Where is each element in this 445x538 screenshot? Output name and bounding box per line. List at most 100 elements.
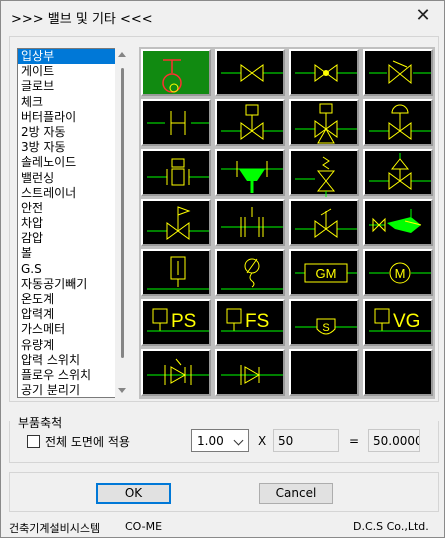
list-item[interactable]: 유량계 <box>18 338 128 353</box>
close-icon[interactable]: ✕ <box>405 5 441 29</box>
list-item[interactable]: 스트레이너 <box>18 186 128 201</box>
symbol-flow-switch[interactable]: FS <box>215 299 285 346</box>
ok-button[interactable]: OK <box>96 483 171 504</box>
dialog-window: >>> 밸브 및 기타 <<< ✕ 입상부 게이트 글로브 체크 버터플라이 2방 자동 3… <box>0 0 445 538</box>
symbol-gs[interactable] <box>289 199 359 246</box>
chevron-down-icon[interactable] <box>233 435 244 446</box>
list-item[interactable]: 압력계 <box>18 307 128 322</box>
butterfly-valve-icon <box>147 111 209 135</box>
gate-valve-icon <box>221 64 283 82</box>
symbol-differential[interactable] <box>363 149 433 196</box>
balancing-valve-icon <box>147 158 209 186</box>
status-company-product: 건축기계설비시스템 <box>9 522 101 535</box>
symbol-riser[interactable] <box>141 49 211 96</box>
list-item[interactable]: 자동공기빼기 <box>18 277 128 292</box>
cancel-button[interactable]: Cancel <box>259 483 333 504</box>
pressure-switch-icon: PS <box>147 308 209 332</box>
air-vent-icon <box>369 209 422 233</box>
category-list[interactable]: 입상부 게이트 글로브 체크 버터플라이 2방 자동 3방 자동 솔레노이드 밸런싱 스트레이너 안… <box>17 48 129 398</box>
symbol-strainer[interactable] <box>215 149 285 196</box>
symbol-2way-auto[interactable] <box>215 99 285 146</box>
list-item[interactable]: 2방 자동 <box>18 125 128 140</box>
scroll-down-icon[interactable] <box>118 388 126 393</box>
list-item[interactable]: 글로브 <box>18 79 128 94</box>
symbol-check-valve[interactable] <box>363 49 433 96</box>
result-value-field: 50.0000 <box>368 429 420 452</box>
differential-pressure-icon <box>369 153 431 190</box>
check-valve-icon <box>369 60 431 85</box>
list-item[interactable]: 온도계 <box>18 292 128 307</box>
symbol-globe-valve[interactable] <box>289 49 359 96</box>
thermometer-icon <box>147 256 209 290</box>
base-value-field[interactable]: 50 <box>273 429 339 452</box>
symbol-empty-1 <box>289 349 359 396</box>
strainer-icon <box>221 161 283 193</box>
list-item[interactable]: 게이트 <box>18 64 128 79</box>
list-item[interactable]: 공기 분리기 <box>18 383 128 397</box>
symbol-pressure-gauge[interactable] <box>215 249 285 296</box>
list-item[interactable]: 체크 <box>18 95 128 110</box>
globe-valve-icon <box>295 64 357 82</box>
status-code: CO-ME <box>125 520 163 533</box>
list-item[interactable]: 솔레노이드 <box>18 155 128 170</box>
list-item[interactable]: 3방 자동 <box>18 140 128 155</box>
ps-label: PS <box>171 311 196 332</box>
symbol-air-vent[interactable] <box>363 199 433 246</box>
symbol-pressure-switch[interactable]: PS <box>141 299 211 346</box>
vg-label: VG <box>393 311 420 332</box>
symbol-3way-auto[interactable] <box>289 99 359 146</box>
list-item[interactable]: 감압 <box>18 231 128 246</box>
scroll-thumb[interactable] <box>121 68 124 358</box>
symbol-diode-valve[interactable] <box>215 349 285 396</box>
symbol-ball[interactable] <box>215 199 285 246</box>
symbol-reducing[interactable] <box>141 199 211 246</box>
apply-all-label[interactable]: 전체 도면에 적용 <box>45 433 130 450</box>
list-item[interactable]: 밸런싱 <box>18 171 128 186</box>
m-label: M <box>395 266 406 281</box>
symbol-grid: GM M PS FS S VG <box>139 47 435 399</box>
scale-group-label: 부품축척 <box>18 414 66 431</box>
three-way-valve-icon <box>295 103 357 144</box>
scroll-up-icon[interactable] <box>118 52 126 57</box>
symbol-empty-2 <box>363 349 433 396</box>
symbol-gas-meter[interactable]: GM <box>289 249 359 296</box>
symbol-gate-valve[interactable] <box>215 49 285 96</box>
symbol-safety[interactable] <box>289 149 359 197</box>
button-box <box>9 472 439 512</box>
solenoid-valve-icon <box>369 104 431 140</box>
reducing-valve-icon <box>147 206 209 240</box>
air-separator-icon: S <box>295 318 357 335</box>
apply-all-checkbox[interactable] <box>27 435 40 448</box>
symbol-flowmeter[interactable]: M <box>363 249 433 296</box>
symbol-union-valve[interactable] <box>141 349 211 396</box>
list-item[interactable]: 안전 <box>18 201 128 216</box>
title-bar: >>> 밸브 및 기타 <<< ✕ <box>1 1 444 32</box>
flowmeter-icon: M <box>369 262 431 284</box>
list-item[interactable]: 입상부 <box>18 49 128 65</box>
list-item[interactable]: 플로우 스위치 <box>18 368 128 383</box>
list-item[interactable]: 볼 <box>18 246 128 261</box>
list-item[interactable]: 차압 <box>18 216 128 231</box>
symbol-thermometer[interactable] <box>141 249 211 296</box>
multiply-label: X <box>258 434 267 448</box>
union-valve-icon <box>147 358 209 385</box>
list-item[interactable]: 버터플라이 <box>18 110 128 125</box>
symbol-balancing[interactable] <box>141 149 211 196</box>
symbol-butterfly-valve[interactable] <box>141 99 211 146</box>
gas-meter-icon: GM <box>295 263 357 283</box>
list-scrollbar[interactable] <box>115 48 129 398</box>
list-item[interactable]: 압력 스위치 <box>18 353 128 368</box>
symbol-solenoid[interactable] <box>363 99 433 146</box>
two-way-valve-icon <box>221 104 283 140</box>
riser-icon <box>162 59 182 93</box>
list-item[interactable]: G.S <box>18 262 128 277</box>
safety-valve-icon <box>295 156 336 197</box>
list-item[interactable]: 가스메터 <box>18 322 128 337</box>
flow-switch-icon: FS <box>221 308 283 332</box>
scale-factor-combo[interactable]: 1.00 <box>191 429 249 452</box>
symbol-vg[interactable]: VG <box>363 299 433 346</box>
gs-valve-icon <box>295 208 357 238</box>
s-label: S <box>322 322 329 334</box>
symbol-air-separator[interactable]: S <box>289 299 359 346</box>
status-vendor: D.C.S Co.,Ltd. <box>353 520 429 533</box>
